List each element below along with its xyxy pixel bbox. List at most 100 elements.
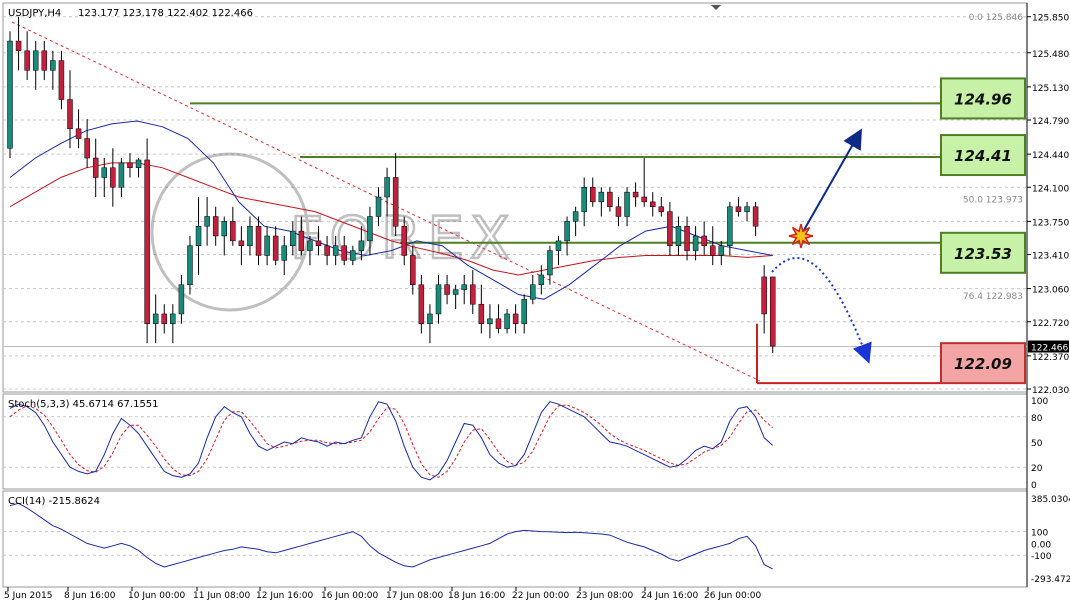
level-box-label: 122.09 (954, 355, 1012, 373)
candle-body (607, 191, 613, 207)
cci-tick-label: 100 (1031, 529, 1048, 539)
cci-tick-label: -100 (1031, 552, 1052, 562)
candle-body (418, 284, 425, 324)
candle-body (307, 240, 313, 251)
price-tick-label: 122.720 (1032, 319, 1069, 329)
candle-body (752, 206, 759, 227)
time-tick-label: 18 Jun 16:00 (448, 591, 505, 601)
candle-body (641, 196, 647, 203)
candle-body (264, 235, 270, 256)
candle-body (530, 284, 536, 300)
candle-body (195, 225, 202, 246)
candle-body (75, 128, 82, 139)
candle-body (375, 196, 382, 217)
time-tick-label: 22 Jun 00:00 (512, 591, 569, 601)
chart-window: FOREX 0.0 125.846 50.0 123.973 76.4 122.98… (0, 0, 1070, 608)
candle-body (435, 284, 442, 315)
candle-body (684, 225, 690, 251)
candle-body (144, 159, 150, 324)
candle-body (230, 221, 236, 242)
candle-body (7, 40, 13, 149)
candle-body (32, 50, 39, 71)
chart-canvas[interactable]: FOREX 0.0 125.84650.0 123.97376.4 122.98… (0, 0, 1070, 604)
candle-body (290, 230, 296, 246)
level-box-pivot: 123.53 (940, 231, 1026, 274)
candle-body (470, 284, 476, 305)
candle-body (247, 225, 253, 246)
stoch-tick-label: 0 (1031, 481, 1037, 491)
candle-body (624, 191, 630, 217)
candle-body (744, 206, 750, 212)
candle-body (590, 187, 596, 203)
candle-body (41, 50, 48, 71)
candle-body (127, 162, 133, 169)
price-tick-label: 124.100 (1032, 184, 1069, 194)
candle-body (367, 216, 373, 242)
candle-body (555, 240, 562, 251)
fib-level-label: 0.0 125.846 (969, 13, 1024, 23)
time-tick-label: 10 Jun 00:00 (128, 591, 185, 601)
stoch-tick-label: 100 (1031, 397, 1048, 407)
candle-body (178, 284, 185, 315)
current-price-label: 122.466 (1031, 344, 1068, 354)
candle-body (272, 235, 279, 261)
level-box-target: 122.09 (940, 342, 1026, 385)
candle-body (58, 60, 65, 100)
price-tick-label: 123.060 (1032, 286, 1069, 296)
candle-body (332, 245, 339, 256)
fib-level-label: 50.0 123.973 (963, 196, 1023, 206)
candle-body (504, 313, 510, 329)
candle-body (110, 167, 116, 188)
candle-body (547, 250, 553, 276)
candle-body (727, 206, 733, 246)
candle-body (67, 99, 73, 130)
price-tick-label: 125.480 (1032, 50, 1069, 60)
time-tick-label: 5 Jun 2015 (4, 591, 52, 601)
time-tick-label: 11 Jun 08:00 (193, 591, 250, 601)
cci-label: CCI(14) -215.8624 (8, 496, 100, 507)
candle-body (632, 191, 639, 198)
candle-body (238, 240, 245, 246)
candle-body (444, 284, 450, 295)
candle-body (521, 299, 527, 324)
candle-body (15, 40, 22, 52)
candle-body (581, 187, 587, 212)
candle-body (358, 240, 365, 251)
level-box-label: 124.41 (954, 147, 1012, 165)
price-tick-label: 125.130 (1032, 84, 1069, 94)
stochastic-label: Stoch(5,3,3) 45.6714 67.1551 (8, 399, 159, 410)
stoch-tick-label: 50 (1031, 439, 1043, 449)
candle-body (350, 250, 356, 261)
candle-body (572, 211, 579, 222)
candle-body (675, 225, 682, 246)
level-box-resistance: 124.41 (940, 134, 1026, 177)
candle-body (255, 225, 262, 256)
candle-body (50, 60, 56, 71)
cci-tick-label: 0.00 (1031, 540, 1051, 550)
candle-body (495, 318, 502, 329)
candle-body (161, 313, 168, 324)
time-tick-label: 17 Jun 08:00 (386, 591, 443, 601)
level-box-label: 124.96 (954, 90, 1012, 108)
candle-body (392, 177, 399, 227)
time-tick-label: 26 Jun 00:00 (704, 591, 761, 601)
candle-body (709, 245, 716, 256)
candle-body (692, 235, 699, 251)
time-tick-label: 23 Jun 08:00 (576, 591, 633, 601)
price-tick-label: 125.850 (1032, 14, 1069, 24)
candle-body (170, 313, 176, 324)
candle-body (135, 159, 142, 169)
candle-body (650, 201, 656, 207)
candle-body (410, 255, 416, 285)
stoch-tick-label: 80 (1031, 414, 1043, 424)
candle-body (212, 216, 219, 237)
candle-body (384, 177, 390, 198)
candle-body (187, 245, 193, 285)
candle-body (298, 230, 305, 251)
level-box-resistance: 124.96 (940, 77, 1026, 120)
ohlc-readout: 123.177 123.178 122.402 122.466 (78, 8, 253, 19)
price-tick-label: 122.370 (1032, 353, 1069, 363)
cci-tick-label: -293.4725 (1031, 575, 1070, 585)
price-tick-label: 123.410 (1032, 252, 1069, 262)
candle-body (324, 245, 330, 256)
